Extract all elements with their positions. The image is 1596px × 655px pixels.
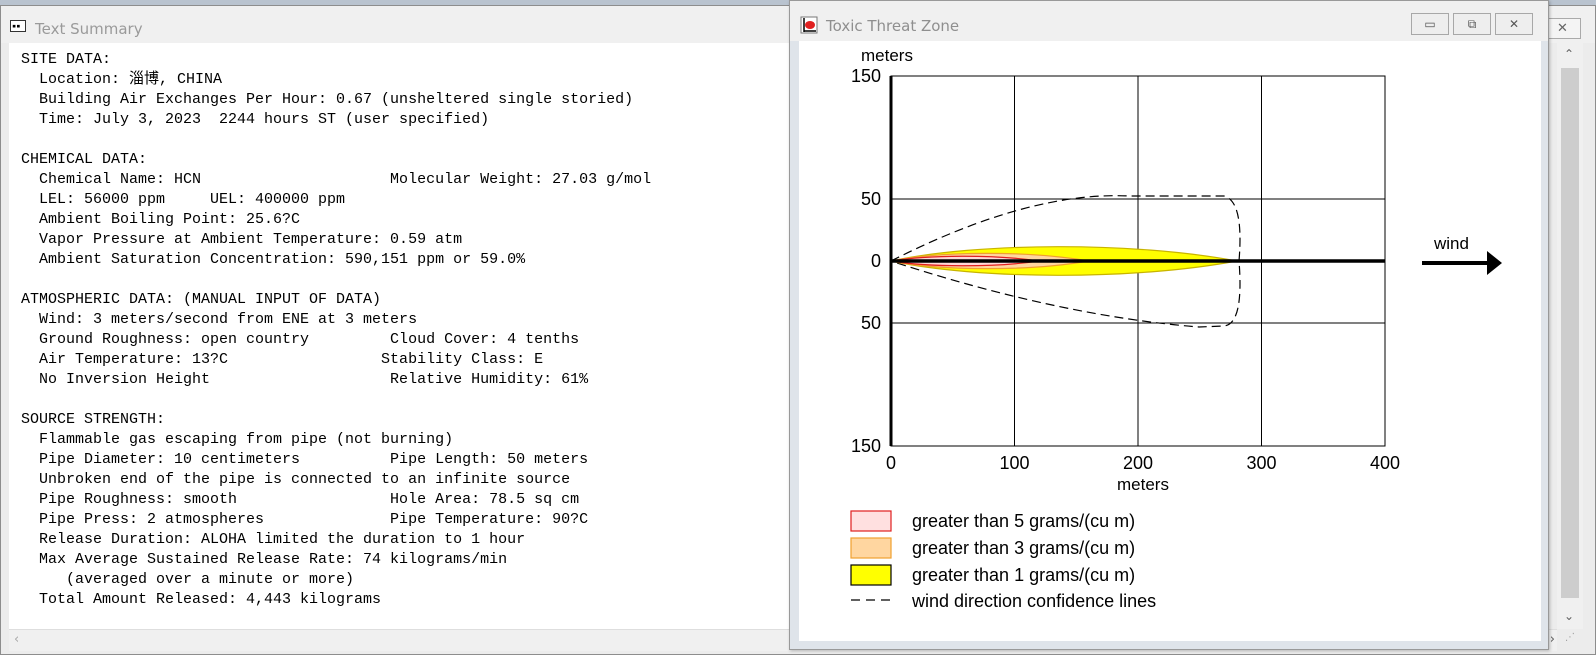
summary-line: Ambient Boiling Point: 25.6?C bbox=[21, 211, 301, 228]
scroll-left-arrow-icon[interactable]: ‹ bbox=[14, 632, 19, 647]
summary-line: SOURCE STRENGTH: bbox=[21, 411, 166, 428]
title-bar[interactable]: Toxic Threat Zone ▭ ⧉ ✕ bbox=[790, 1, 1548, 41]
summary-line: Release Duration: ALOHA limited the dura… bbox=[21, 531, 526, 548]
summary-line bbox=[21, 390, 789, 410]
summary-text-area[interactable]: SITE DATA: Location: 淄博, CHINA Building … bbox=[9, 43, 789, 629]
maximize-button[interactable]: ⧉ bbox=[1453, 13, 1491, 35]
legend-swatch-1 bbox=[850, 510, 892, 532]
x-tick-label: 300 bbox=[1246, 453, 1276, 473]
summary-line: (averaged over a minute or more) bbox=[21, 571, 355, 588]
desktop: ▪▪ Text Summary ✕ SITE DATA: Location: 淄… bbox=[0, 0, 1596, 655]
threat-zone-icon bbox=[800, 16, 818, 34]
x-axis-title: meters bbox=[1117, 475, 1169, 494]
summary-line: Wind: 3 meters/second from ENE at 3 mete… bbox=[21, 311, 418, 328]
summary-line: Total Amount Released: 4,443 kilograms bbox=[21, 591, 382, 608]
summary-line: Time: July 3, 2023 2244 hours ST (user s… bbox=[21, 111, 490, 128]
summary-line: Pipe Diameter: 10 centimeters Pipe Lengt… bbox=[21, 451, 589, 468]
wind-label: wind bbox=[1433, 234, 1469, 253]
close-button[interactable]: ✕ bbox=[1544, 18, 1581, 39]
scroll-down-arrow-icon[interactable]: ⌄ bbox=[1564, 609, 1574, 623]
vertical-scrollbar[interactable]: ⌃ ⌄ bbox=[1557, 43, 1583, 629]
summary-line: No Inversion Height Relative Humidity: 6… bbox=[21, 371, 589, 388]
x-tick-label: 100 bbox=[999, 453, 1029, 473]
y-tick-label: 150 bbox=[851, 436, 881, 456]
y-tick-label: 50 bbox=[861, 313, 881, 333]
minimize-button[interactable]: ▭ bbox=[1411, 13, 1449, 35]
summary-line: Unbroken end of the pipe is connected to… bbox=[21, 471, 571, 488]
summary-line: Flammable gas escaping from pipe (not bu… bbox=[21, 431, 454, 448]
y-tick-label: 0 bbox=[871, 251, 881, 271]
summary-line: LEL: 56000 ppm UEL: 400000 ppm bbox=[21, 191, 346, 208]
summary-line: Pipe Press: 2 atmospheres Pipe Temperatu… bbox=[21, 511, 589, 528]
summary-line: Ambient Saturation Concentration: 590,15… bbox=[21, 251, 526, 268]
threat-zone-chart: metersmeters150500501500 100 200 300 400wind… bbox=[850, 46, 1502, 611]
legend-label: greater than 1 grams/(cu m) bbox=[912, 565, 1135, 585]
y-tick-label: 50 bbox=[861, 189, 881, 209]
resize-grip-icon[interactable]: ⋰ bbox=[1565, 632, 1581, 648]
summary-line: Building Air Exchanges Per Hour: 0.67 (u… bbox=[21, 91, 634, 108]
summary-line bbox=[21, 130, 789, 150]
summary-line: Max Average Sustained Release Rate: 74 k… bbox=[21, 551, 508, 568]
legend-swatch-2 bbox=[850, 537, 892, 559]
toxic-threat-zone-window: Toxic Threat Zone ▭ ⧉ ✕ meters meters 150 5… bbox=[789, 0, 1549, 650]
summary-line: SITE DATA: bbox=[21, 51, 112, 68]
scrollbar-thumb[interactable] bbox=[1561, 68, 1579, 598]
summary-line: Pipe Roughness: smooth Hole Area: 78.5 s… bbox=[21, 491, 580, 508]
close-button[interactable]: ✕ bbox=[1495, 13, 1533, 35]
summary-line: Vapor Pressure at Ambient Temperature: 0… bbox=[21, 231, 463, 248]
summary-line: Chemical Name: HCN Molecular Weight: 27.… bbox=[21, 171, 652, 188]
summary-line: CHEMICAL DATA: bbox=[21, 151, 148, 168]
window-title: Toxic Threat Zone bbox=[826, 17, 960, 35]
summary-line bbox=[21, 270, 789, 290]
x-tick-label: 0 bbox=[886, 453, 896, 473]
scroll-right-arrow-icon[interactable]: › bbox=[1550, 632, 1555, 647]
legend-swatch-3 bbox=[850, 564, 892, 586]
x-tick-label: 200 bbox=[1123, 453, 1153, 473]
legend-label: wind direction confidence lines bbox=[911, 591, 1156, 611]
window-title: Text Summary bbox=[35, 20, 143, 38]
threat-zone-plot-area: meters meters 150 50 0 50 150 0 100 200 300 400 wind… bbox=[799, 41, 1541, 641]
summary-line: Air Temperature: 13?C Stability Class: E bbox=[21, 351, 544, 368]
text-document-icon: ▪▪ bbox=[10, 20, 26, 32]
x-tick-label: 400 bbox=[1370, 453, 1400, 473]
summary-line: ATMOSPHERIC DATA: (MANUAL INPUT OF DATA) bbox=[21, 291, 382, 308]
y-tick-label: 150 bbox=[851, 66, 881, 86]
legend-label: greater than 5 grams/(cu m) bbox=[912, 511, 1135, 531]
summary-line: Ground Roughness: open country Cloud Cov… bbox=[21, 331, 580, 348]
scroll-up-arrow-icon[interactable]: ⌃ bbox=[1564, 47, 1574, 61]
y-axis-title: meters bbox=[861, 46, 913, 65]
legend-label: greater than 3 grams/(cu m) bbox=[912, 538, 1135, 558]
summary-line: Location: 淄博, CHINA bbox=[21, 71, 223, 88]
wind-arrow-icon bbox=[1487, 251, 1502, 275]
